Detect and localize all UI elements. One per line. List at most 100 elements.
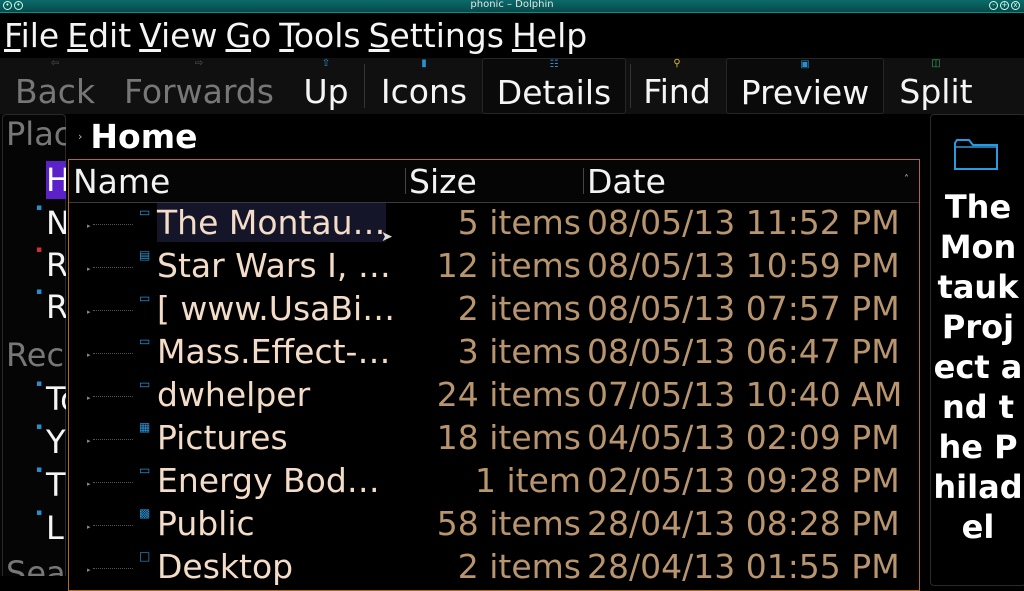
file-row[interactable]: ▸ ▩ Public 58 items 28/04/13 08:28 PM [69,504,919,547]
file-row[interactable]: ▸ ▭ Energy Bod… 1 item 02/05/13 09:28 PM [69,461,919,504]
places-item-trash[interactable]: R [46,288,66,326]
file-date: 07/05/13 10:40 AM [587,375,903,414]
folder-public-icon: ▩ [139,506,151,520]
details-view-button[interactable]: ☷ Details [482,58,626,114]
places-item-root[interactable]: R [46,246,66,284]
expand-arrow-icon[interactable]: ▸ [87,566,91,574]
recent-item-today[interactable]: To [46,380,66,418]
recent-icon: ▪ [36,379,43,389]
file-row[interactable]: ▸ ▭ dwhelper 24 items 07/05/13 10:40 AM [69,375,919,418]
file-size: 24 items [436,375,581,414]
expand-arrow-icon[interactable]: ▸ [87,394,91,402]
window-title: phonic – Dolphin [470,0,554,10]
icons-view-button[interactable]: ▮ Icons [374,58,474,112]
file-size: 2 items [457,289,581,328]
places-item-home[interactable]: H [46,161,66,199]
column-header: Name Size Date ˄ [69,160,919,203]
file-date: 08/05/13 06:47 PM [587,332,900,371]
file-date: 08/05/13 07:57 PM [587,289,900,328]
column-divider[interactable] [405,168,406,194]
minimize-icon[interactable]: - [989,1,998,10]
file-size: 58 items [436,504,581,543]
menu-file[interactable]: File [0,16,63,55]
recent-icon: ▪ [36,508,43,518]
folder-video-icon: ▤ [139,248,151,262]
folder-icon: ▭ [139,377,151,391]
file-row[interactable]: ▸ ▭ Mass.Effect-… 3 items 08/05/13 06:47… [69,332,919,375]
folder-icon: ▭ [139,334,151,348]
back-button[interactable]: ⇦ Back [10,58,100,112]
file-date: 02/05/13 09:28 PM [587,461,900,500]
folder-pictures-icon: ▦ [139,420,151,434]
close-icon[interactable]: x [1011,1,1020,10]
recent-item-yesterday[interactable]: Y [46,423,66,461]
menu-go[interactable]: Go [221,16,275,55]
expand-arrow-icon[interactable]: ▸ [87,265,91,273]
window-titlebar: • • phonic – Dolphin - + x [0,0,1024,13]
file-name: Star Wars I, … [157,246,391,285]
file-row[interactable]: ▸ □ Desktop 2 items 28/04/13 01:55 PM [69,547,919,590]
find-button[interactable]: ⚲ Find [638,58,716,112]
icons-view-icon: ▮ [421,58,427,69]
root-icon: ▪ [36,245,43,255]
preview-icon: ▣ [800,59,810,70]
file-row[interactable]: ▸ ▤ Star Wars I, … 12 items 08/05/13 10:… [69,246,919,289]
split-button[interactable]: ◫ Split [892,58,980,112]
toolbar-separator [630,64,631,108]
expand-arrow-icon[interactable]: ▸ [87,437,91,445]
file-name: Energy Bod… [157,461,380,500]
recent-icon: ▪ [36,465,43,475]
file-name: dwhelper [157,375,311,414]
split-icon: ◫ [931,58,941,69]
menu-view[interactable]: View [135,16,221,55]
breadcrumb-home[interactable]: Home [90,117,197,156]
up-button[interactable]: ⇧ Up [298,58,354,112]
recent-header: Rec [6,336,65,374]
file-date: 28/04/13 08:28 PM [587,504,900,543]
column-date[interactable]: Date [587,162,666,201]
folder-icon: ▭ [139,463,151,477]
forward-arrow-icon: ⇨ [194,58,204,69]
search-for-header: Sea [6,554,66,576]
recent-item-last-month[interactable]: L [46,509,64,547]
preview-button[interactable]: ▣ Preview [726,58,884,114]
menu-help[interactable]: Help [508,16,591,55]
folder-icon: ▭ [139,291,151,305]
places-panel: Plac H ▪ N ▪ R ▪ R Rec ▪ To ▪ Y ▪ T ▪ L … [0,114,66,576]
column-name[interactable]: Name [73,162,170,201]
menu-settings[interactable]: Settings [365,16,508,55]
expand-arrow-icon[interactable]: ▸ [87,308,91,316]
details-view-icon: ☷ [549,59,559,70]
file-row[interactable]: ▸ ▭ The Montau… 5 items 08/05/13 11:52 P… [69,203,919,246]
preview-title: The Montauk Project and the Philadel [933,188,1023,546]
file-row[interactable]: ▸ ▭ [ www.UsaBi… 2 items 08/05/13 07:57 … [69,289,919,332]
file-size: 1 item [474,461,581,500]
expand-arrow-icon[interactable]: ▸ [87,480,91,488]
maximize-icon[interactable]: + [1000,1,1009,10]
recent-icon: ▪ [36,422,43,432]
expand-arrow-icon[interactable]: ▸ [87,351,91,359]
back-arrow-icon: ⇦ [50,58,60,69]
places-item-network[interactable]: N [46,204,66,242]
file-size: 12 items [436,246,581,285]
network-icon: ▪ [36,203,43,213]
column-divider[interactable] [583,168,584,194]
column-size[interactable]: Size [409,162,477,201]
breadcrumb-arrow-icon[interactable]: › [78,130,82,143]
file-row[interactable]: ▸ ▦ Pictures 18 items 04/05/13 02:09 PM [69,418,919,461]
file-name: Public [157,504,255,543]
folder-icon [954,139,998,170]
expand-arrow-icon[interactable]: ▸ [87,523,91,531]
information-panel: The Montauk Project and the Philadel [930,114,1024,586]
menu-tools[interactable]: Tools [275,16,364,55]
menu-edit[interactable]: Edit [63,16,135,55]
folder-icon: ▭ [139,205,151,219]
file-size: 2 items [457,547,581,586]
menubar: File Edit View Go Tools Settings Help [0,13,1024,57]
recent-item-this-month[interactable]: T [46,466,66,504]
details-view[interactable]: Name Size Date ˄ ▸ ▭ The Montau… 5 items… [68,159,920,591]
forwards-button[interactable]: ⇨ Forwards [118,58,280,112]
expand-arrow-icon[interactable]: ▸ [87,222,91,230]
file-size: 5 items [457,203,581,242]
up-arrow-icon: ⇧ [321,58,331,69]
